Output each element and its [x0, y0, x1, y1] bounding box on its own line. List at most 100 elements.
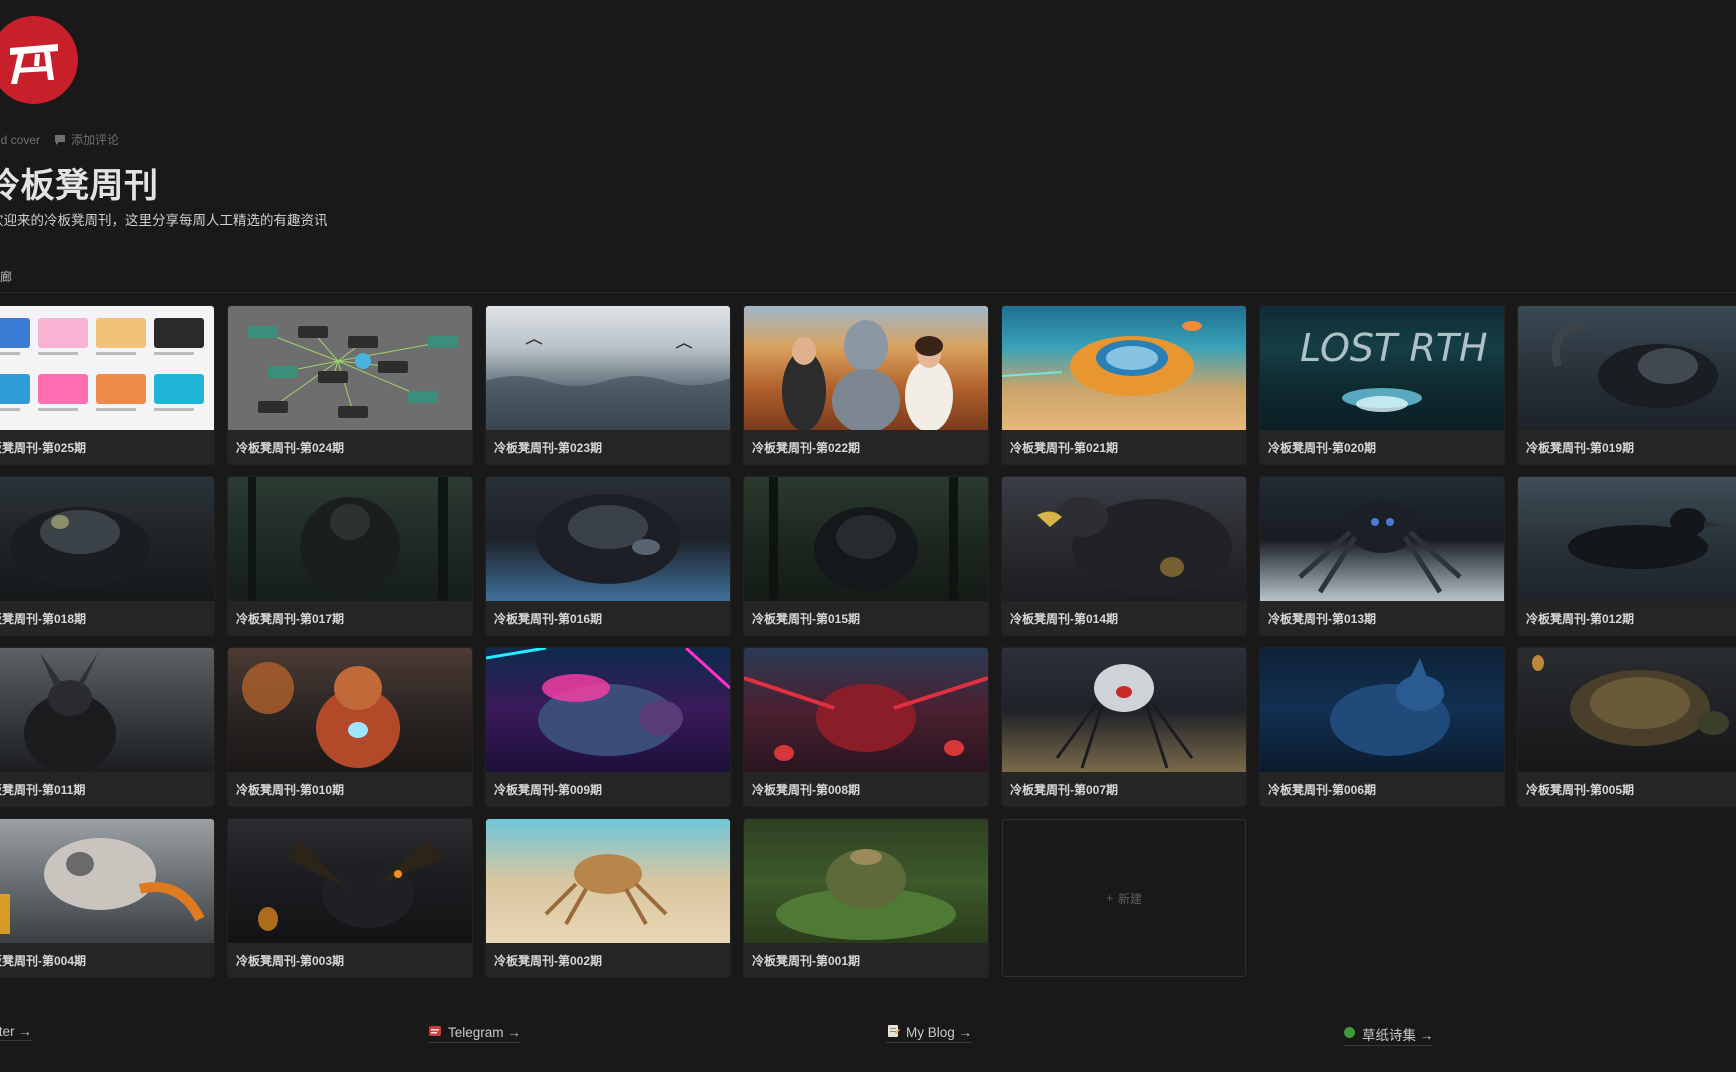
gallery-card[interactable]: 冷板凳周刊-第015期: [744, 477, 988, 635]
notion-page: dd cover 添加评论 冷板凳周刊 欢迎来的冷板凳周刊，这里分享每周人工精选…: [0, 0, 1736, 1072]
card-cover-image: [228, 306, 472, 430]
gallery-card[interactable]: 冷板凳周刊-第006期: [1260, 648, 1504, 806]
card-cover-image: [1002, 648, 1246, 772]
gallery-card[interactable]: 冷板凳周刊-第024期: [228, 306, 472, 464]
card-title: 冷板凳周刊-第004期: [0, 954, 87, 968]
card-cover-image: [228, 648, 472, 772]
card-title: 冷板凳周刊-第015期: [752, 612, 861, 626]
gallery-card[interactable]: 冷板凳周刊-第022期: [744, 306, 988, 464]
card-title: 冷板凳周刊-第010期: [236, 783, 345, 797]
card-title: 冷板凳周刊-第018期: [0, 612, 87, 626]
card-cover-image: [1260, 477, 1504, 601]
card-title: 冷板凳周刊-第005期: [1526, 783, 1635, 797]
gallery: 冷板凳周刊-第025期冷板凳周刊-第024期冷板凳周刊-第023期冷板凳周刊-第…: [0, 306, 1736, 977]
card-cover-image: [486, 306, 730, 430]
add-cover-label: dd cover: [0, 132, 41, 147]
gallery-card[interactable]: 冷板凳周刊-第003期: [228, 819, 472, 977]
gallery-card[interactable]: 冷板凳周刊-第014期: [1002, 477, 1246, 635]
card-cover-image: [744, 819, 988, 943]
card-title: 冷板凳周刊-第022期: [752, 441, 861, 455]
footer-link-blog[interactable]: My Blog →: [886, 1024, 973, 1043]
gallery-card[interactable]: LOST RTH 冷板凳周刊-第020期: [1260, 306, 1504, 464]
gallery-card[interactable]: 冷板凳周刊-第011期: [0, 648, 214, 806]
card-cover-image: [228, 819, 472, 943]
gallery-card[interactable]: 冷板凳周刊-第023期: [486, 306, 730, 464]
card-cover-image: [486, 819, 730, 943]
green-dot-icon: [1343, 1026, 1356, 1042]
add-comment-button[interactable]: 添加评论: [54, 131, 119, 148]
gallery-card[interactable]: 冷板凳周刊-第008期: [744, 648, 988, 806]
new-card-label: 新建: [1118, 891, 1143, 906]
gallery-card[interactable]: 冷板凳周刊-第012期: [1518, 477, 1736, 635]
card-title: 冷板凳周刊-第007期: [1010, 783, 1119, 797]
card-cover-image: [1518, 477, 1736, 601]
page-actions: dd cover 添加评论: [0, 131, 127, 148]
card-title: 冷板凳周刊-第013期: [1268, 612, 1377, 626]
footer-link-twitter[interactable]: itter →: [0, 1024, 32, 1041]
card-cover-image: [744, 648, 988, 772]
card-title: 冷板凳周刊-第008期: [752, 783, 861, 797]
add-cover-button[interactable]: dd cover: [0, 133, 40, 147]
new-card-button[interactable]: + 新建: [1002, 819, 1246, 977]
add-comment-label: 添加评论: [71, 133, 120, 147]
gallery-card[interactable]: 冷板凳周刊-第005期: [1518, 648, 1736, 806]
page-title[interactable]: 冷板凳周刊: [0, 158, 159, 207]
card-cover-image: LOST RTH: [1260, 306, 1504, 430]
card-cover-image: [1002, 306, 1246, 430]
footer-link-label: Telegram →: [448, 1025, 521, 1040]
footer-link-poems[interactable]: 草纸诗集 →: [1343, 1024, 1434, 1046]
card-cover-image: [1260, 648, 1504, 772]
footer-link-label: My Blog →: [906, 1025, 973, 1040]
gallery-card[interactable]: 冷板凳周刊-第018期: [0, 477, 214, 635]
card-cover-image: [0, 819, 214, 943]
card-cover-image: [0, 306, 214, 430]
gallery-card[interactable]: 冷板凳周刊-第021期: [1002, 306, 1246, 464]
view-tab-gallery[interactable]: 画廊: [0, 268, 12, 285]
card-title: 冷板凳周刊-第011期: [0, 783, 86, 797]
card-title: 冷板凳周刊-第006期: [1268, 783, 1377, 797]
card-title: 冷板凳周刊-第014期: [1010, 612, 1119, 626]
footer-link-telegram[interactable]: Telegram →: [428, 1024, 521, 1043]
page-logo-icon[interactable]: [0, 14, 80, 106]
comment-icon: [54, 134, 66, 146]
gallery-card[interactable]: 冷板凳周刊-第016期: [486, 477, 730, 635]
gallery-card[interactable]: 冷板凳周刊-第002期: [486, 819, 730, 977]
card-cover-image: [744, 306, 988, 430]
card-title: 冷板凳周刊-第020期: [1268, 441, 1377, 455]
card-cover-image: [1002, 477, 1246, 601]
plus-icon: +: [1105, 891, 1113, 905]
gallery-card[interactable]: 冷板凳周刊-第001期: [744, 819, 988, 977]
gallery-card[interactable]: 冷板凳周刊-第010期: [228, 648, 472, 806]
card-cover-image: [486, 648, 730, 772]
divider: [0, 292, 1736, 293]
card-cover-image: [228, 477, 472, 601]
gallery-card[interactable]: 冷板凳周刊-第025期: [0, 306, 214, 464]
gallery-card[interactable]: 冷板凳周刊-第009期: [486, 648, 730, 806]
gallery-card[interactable]: 冷板凳周刊-第017期: [228, 477, 472, 635]
card-title: 冷板凳周刊-第016期: [494, 612, 603, 626]
card-title: 冷板凳周刊-第009期: [494, 783, 603, 797]
gallery-card[interactable]: 冷板凳周刊-第004期: [0, 819, 214, 977]
card-title: 冷板凳周刊-第001期: [752, 954, 861, 968]
card-title: 冷板凳周刊-第003期: [236, 954, 345, 968]
card-title: 冷板凳周刊-第002期: [494, 954, 603, 968]
card-title: 冷板凳周刊-第017期: [236, 612, 345, 626]
card-cover-image: [744, 477, 988, 601]
card-title: 冷板凳周刊-第021期: [1010, 441, 1119, 455]
page-description: 欢迎来的冷板凳周刊，这里分享每周人工精选的有趣资讯: [0, 213, 328, 228]
card-cover-image: [0, 648, 214, 772]
card-cover-image: [0, 477, 214, 601]
memo-icon: [886, 1024, 900, 1041]
card-cover-image: [1518, 306, 1736, 430]
gallery-card[interactable]: 冷板凳周刊-第007期: [1002, 648, 1246, 806]
gallery-card[interactable]: 冷板凳周刊-第013期: [1260, 477, 1504, 635]
card-cover-image: [486, 477, 730, 601]
card-title: 冷板凳周刊-第012期: [1526, 612, 1635, 626]
card-title: 冷板凳周刊-第025期: [0, 441, 87, 455]
card-title: 冷板凳周刊-第019期: [1526, 441, 1635, 455]
footer-link-label: itter →: [0, 1024, 32, 1039]
gallery-card[interactable]: 冷板凳周刊-第019期: [1518, 306, 1736, 464]
telegram-icon: [428, 1024, 442, 1041]
card-title: 冷板凳周刊-第023期: [494, 441, 603, 455]
footer-link-label: 草纸诗集 →: [1362, 1028, 1434, 1043]
